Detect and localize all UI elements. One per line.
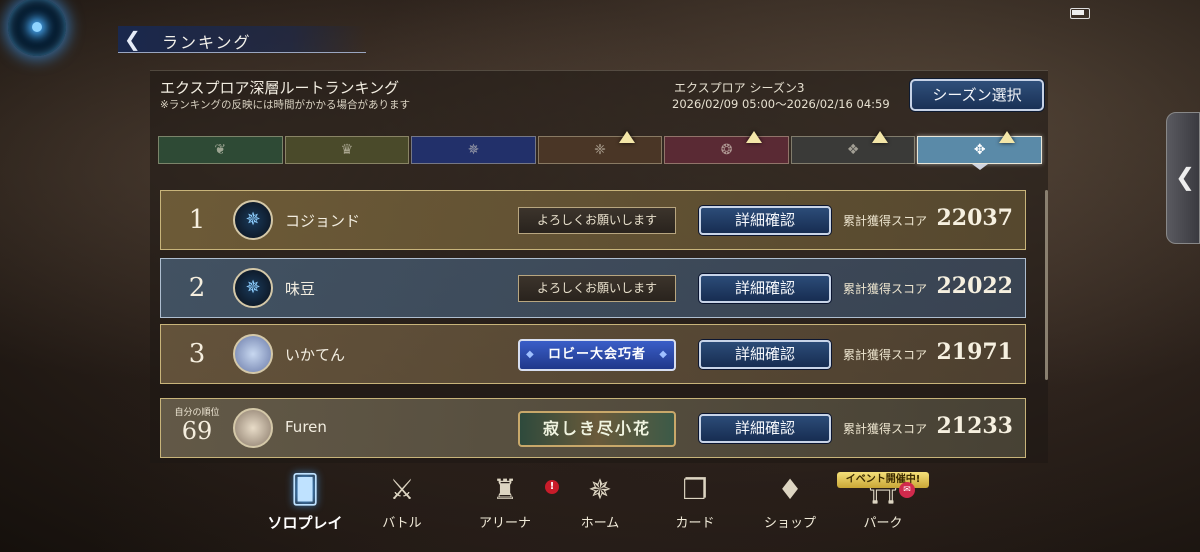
player-name: Furen: [285, 418, 327, 436]
player-name: いかてん: [285, 346, 346, 364]
detail-button[interactable]: 詳細確認: [699, 274, 831, 303]
score-value: 22037: [936, 205, 1013, 231]
title-badge: よろしくお願いします: [518, 207, 676, 234]
score-label: 累計獲得スコア: [843, 422, 928, 436]
season-select-button[interactable]: シーズン選択: [910, 79, 1044, 111]
ranking-row: 3 いかてん ロビー大会巧者 詳細確認 累計獲得スコア 21971: [160, 324, 1026, 384]
page-title: ランキング: [162, 33, 252, 52]
score-label: 累計獲得スコア: [843, 348, 928, 362]
event-tag: イベント開催中!: [837, 472, 929, 488]
solo-cards-icon: 🂠: [290, 473, 320, 506]
tab-dragon[interactable]: ❈: [537, 131, 663, 164]
nav-label: カード: [675, 516, 715, 531]
rank-up-arrow-icon: [619, 131, 636, 143]
neutral-sigil-icon: ✥: [973, 142, 986, 158]
rank-number: 1: [188, 205, 206, 235]
rank-number: 2: [188, 273, 206, 303]
nav-label: ショップ: [763, 516, 816, 531]
title-badge: ロビー大会巧者: [518, 339, 676, 371]
self-rank-number: 69: [181, 417, 213, 445]
dragon-icon: ❈: [594, 142, 606, 158]
nav-solo-play[interactable]: 🂠 ソロプレイ: [260, 470, 350, 533]
score-value: 21233: [936, 413, 1013, 439]
avatar: ✵: [233, 200, 273, 240]
horns-icon: ❖: [846, 142, 860, 158]
nav-label: バトル: [382, 516, 422, 531]
ranking-row: 2 ✵ 味豆 よろしくお願いします 詳細確認 累計獲得スコア 22022: [160, 258, 1026, 318]
ranking-notice: ※ランキングの反映には時間がかかる場合があります: [160, 99, 410, 111]
scrollbar[interactable]: [1045, 190, 1048, 380]
nav-label: アリーナ: [478, 516, 531, 531]
card-deck-icon: ❐: [682, 473, 708, 506]
crossed-swords-icon: ⚔: [389, 473, 415, 506]
season-dates: 2026/02/09 05:00〜2026/02/16 04:59: [672, 97, 890, 111]
rune-circle-icon: ✵: [467, 142, 480, 158]
side-drawer-handle[interactable]: ❮: [1166, 112, 1200, 244]
rank-up-arrow-icon: [745, 131, 762, 143]
title-badge: よろしくお願いします: [518, 275, 676, 302]
trophy-icon: ♜: [492, 473, 518, 506]
avatar: [233, 408, 273, 448]
nav-battle[interactable]: ⚔ バトル: [357, 470, 447, 531]
mail-icon: ✉: [899, 482, 915, 498]
nav-shop[interactable]: ♦ ショップ: [745, 470, 835, 531]
nav-card[interactable]: ❐ カード: [650, 470, 740, 531]
avatar: ✵: [233, 268, 273, 308]
score-label: 累計獲得スコア: [843, 282, 928, 296]
nav-home[interactable]: ✵ ホーム: [555, 470, 645, 531]
shop-crystal-icon: ♦: [777, 473, 803, 506]
header-bar: ❮ ランキング: [118, 26, 366, 53]
leaf-icon: ❦: [214, 142, 227, 158]
menu-orb-icon[interactable]: [8, 0, 66, 56]
season-name: エクスプロア シーズン3: [674, 81, 805, 95]
nav-arena[interactable]: ♜ アリーナ: [460, 470, 550, 531]
player-name: 味豆: [285, 280, 316, 298]
ranking-title: エクスプロア深層ルートランキング: [160, 79, 400, 97]
skull-icon: ❂: [720, 142, 733, 158]
avatar: [233, 334, 273, 374]
score-value: 21971: [936, 339, 1013, 365]
tab-crown[interactable]: ♛: [284, 136, 410, 164]
detail-button[interactable]: 詳細確認: [699, 206, 831, 235]
tab-rune[interactable]: ✵: [411, 136, 536, 164]
rank-up-arrow-icon: [999, 131, 1016, 143]
rank-number: 3: [188, 339, 206, 369]
active-tab-pointer: [972, 164, 988, 170]
title-badge: 寂しき尽小花: [518, 411, 676, 447]
back-arrow-icon[interactable]: ❮: [124, 29, 141, 49]
crown-icon: ♛: [340, 142, 354, 158]
home-compass-icon: ✵: [588, 473, 612, 506]
detail-button[interactable]: 詳細確認: [699, 340, 831, 369]
nav-label: ソロプレイ: [267, 514, 343, 532]
tab-horns[interactable]: ❖: [790, 131, 916, 164]
player-name: コジョンド: [285, 212, 361, 230]
chevron-left-icon: ❮: [1175, 163, 1196, 191]
rank-up-arrow-icon: [872, 131, 889, 143]
shop-notification-badge: !: [545, 480, 559, 494]
nav-label: パーク: [863, 516, 903, 531]
ranking-row: 1 ✵ コジョンド よろしくお願いします 詳細確認 累計獲得スコア 22037: [160, 190, 1026, 250]
class-tabs: ❦ ♛ ✵ ❈ ❂ ❖ ✥: [158, 131, 1043, 164]
battery-icon: [1070, 8, 1090, 19]
score-value: 22022: [936, 273, 1013, 299]
score-label: 累計獲得スコア: [843, 214, 928, 228]
nav-label: ホーム: [580, 516, 620, 531]
detail-button[interactable]: 詳細確認: [699, 414, 831, 443]
tab-neutral[interactable]: ✥: [917, 131, 1043, 164]
self-ranking-row: 自分の順位 69 Furen 寂しき尽小花 詳細確認 累計獲得スコア 21233: [160, 398, 1026, 458]
tab-leaf[interactable]: ❦: [158, 136, 283, 164]
tab-skull[interactable]: ❂: [664, 131, 789, 164]
